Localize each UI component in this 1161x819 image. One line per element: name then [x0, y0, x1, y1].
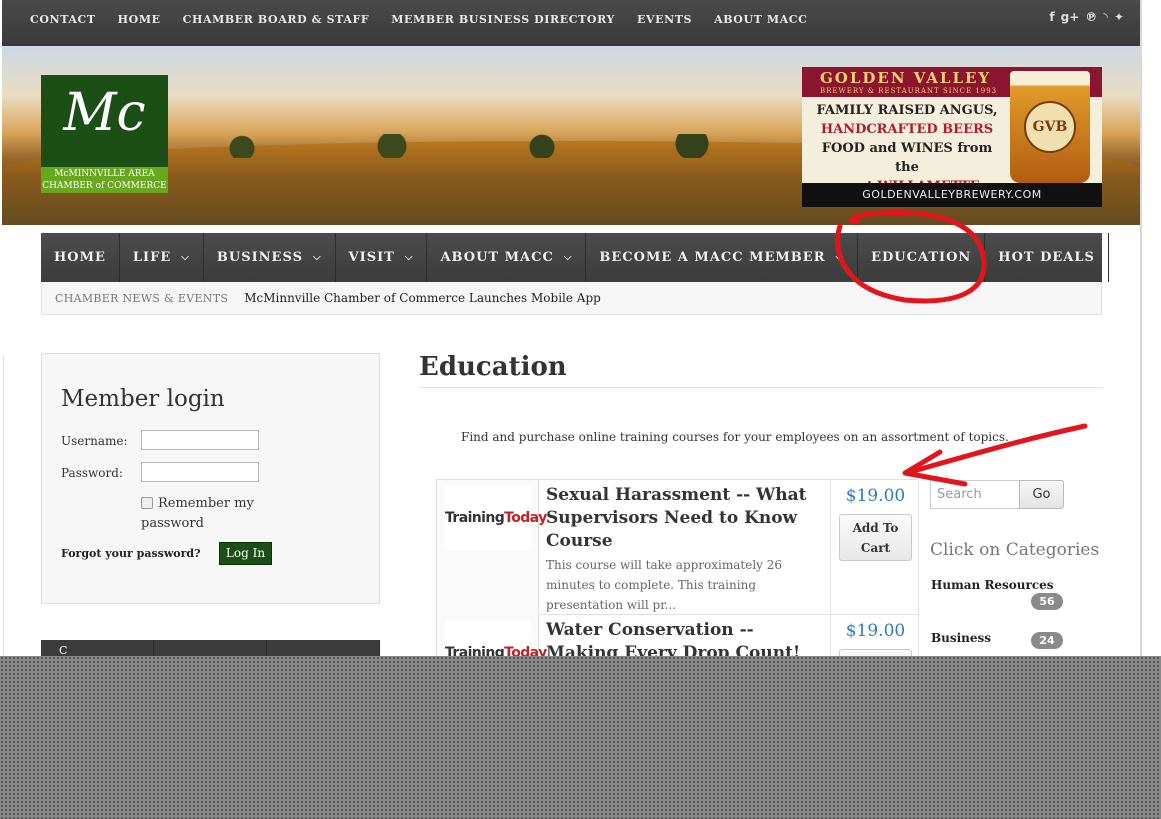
nav-become-member[interactable]: BECOME A MACC MEMBER ⌵	[586, 233, 859, 282]
course-list: TrainingToday Sexual Harassment -- What …	[436, 479, 919, 669]
top-nav-board-staff[interactable]: CHAMBER BOARD & STAFF	[183, 13, 370, 26]
logo-mark: Mc	[63, 83, 146, 143]
top-nav-events[interactable]: EVENTS	[637, 13, 692, 26]
top-nav-directory[interactable]: MEMBER BUSINESS DIRECTORY	[391, 13, 615, 26]
course-thumbnail[interactable]: TrainingToday	[437, 480, 547, 615]
password-input[interactable]	[141, 462, 259, 482]
news-ticker: CHAMBER NEWS & EVENTS McMinnville Chambe…	[41, 282, 1102, 315]
login-title: Member login	[61, 386, 225, 412]
chevron-down-icon: ⌵	[312, 252, 322, 263]
forgot-password-link[interactable]: Forgot your password?	[61, 547, 201, 560]
rss-icon[interactable]: ◝	[1103, 10, 1108, 24]
dotted-overlay	[0, 656, 1161, 819]
chamber-logo[interactable]: Mc McMINNVILLE AREA CHAMBER of COMMERCE	[41, 75, 168, 193]
nav-business[interactable]: BUSINESS ⌵	[204, 233, 336, 282]
course-price-column: $19.00 Add To Cart	[830, 480, 918, 615]
nav-life[interactable]: LIFE ⌵	[120, 233, 204, 282]
intro-text: Find and purchase online training course…	[461, 430, 1009, 444]
twitter-icon[interactable]: ✦	[1114, 10, 1124, 24]
login-button[interactable]: Log In	[219, 542, 272, 565]
ad-url: GOLDENVALLEYBREWERY.COM	[802, 183, 1102, 207]
category-count-badge: 56	[1031, 593, 1063, 610]
ticker-headline[interactable]: McMinnville Chamber of Commerce Launches…	[244, 291, 601, 305]
course-price: $19.00	[845, 621, 906, 641]
course-info: Sexual Harassment -- What Supervisors Ne…	[546, 484, 826, 615]
top-nav-contact[interactable]: CONTACT	[30, 13, 96, 26]
course-item: TrainingToday Sexual Harassment -- What …	[437, 480, 918, 615]
course-description: This course will take approximately 26 m…	[546, 558, 783, 612]
page-right-shadow	[1140, 0, 1142, 660]
beer-glass-image: GVB	[1010, 71, 1090, 183]
category-human-resources[interactable]: Human Resources	[931, 578, 1054, 592]
google-plus-icon[interactable]: g+	[1061, 10, 1080, 24]
category-count-badge: 24	[1031, 632, 1063, 649]
nav-home[interactable]: HOME	[41, 233, 120, 282]
golden-valley-ad[interactable]: GOLDEN VALLEY BREWERY & RESTAURANT SINCE…	[802, 67, 1102, 207]
training-today-logo: TrainingToday	[445, 486, 547, 550]
username-label: Username:	[61, 434, 128, 448]
categories-title: Click on Categories	[930, 540, 1100, 560]
top-nav: CONTACT HOME CHAMBER BOARD & STAFF MEMBE…	[30, 13, 830, 26]
add-to-cart-button[interactable]: Add To Cart	[839, 514, 912, 561]
remember-label: Remember my password	[141, 496, 254, 531]
ad-badge: GVB	[1024, 101, 1076, 153]
top-nav-home[interactable]: HOME	[118, 13, 161, 26]
left-edge-border	[0, 355, 4, 660]
chevron-down-icon: ⌵	[181, 252, 190, 263]
course-price: $19.00	[845, 486, 906, 506]
facebook-icon[interactable]: f	[1049, 10, 1054, 24]
logo-name: McMINNVILLE AREA CHAMBER of COMMERCE	[41, 167, 168, 193]
ticker-label: CHAMBER NEWS & EVENTS	[55, 291, 229, 305]
category-business[interactable]: Business	[931, 631, 991, 645]
title-divider	[419, 387, 1103, 388]
chevron-down-icon: ⌵	[563, 252, 573, 263]
main-nav: HOME LIFE ⌵ BUSINESS ⌵ VISIT ⌵ ABOUT MACC ⌵ …	[41, 233, 1109, 282]
social-links: f g+ ℗ ◝ ✦	[1049, 10, 1124, 24]
banner-trees	[182, 134, 782, 158]
chevron-down-icon: ⌵	[835, 252, 845, 263]
pinterest-icon[interactable]: ℗	[1085, 10, 1097, 24]
search-input[interactable]: Search	[930, 480, 1020, 509]
top-nav-about[interactable]: ABOUT MACC	[714, 13, 807, 26]
top-utility-bar: CONTACT HOME CHAMBER BOARD & STAFF MEMBE…	[2, 0, 1140, 46]
nav-about-macc[interactable]: ABOUT MACC ⌵	[427, 233, 587, 282]
chevron-down-icon: ⌵	[404, 252, 414, 263]
member-login-box: Member login Username: Password: Remembe…	[41, 353, 380, 604]
course-title[interactable]: Sexual Harassment -- What Supervisors Ne…	[546, 484, 826, 553]
username-input[interactable]	[141, 430, 259, 450]
nav-visit[interactable]: VISIT ⌵	[336, 233, 428, 282]
nav-education[interactable]: EDUCATION	[858, 233, 986, 282]
nav-hot-deals[interactable]: HOT DEALS	[985, 233, 1109, 282]
page-title: Education	[419, 352, 567, 382]
password-label: Password:	[61, 466, 123, 480]
search-go-button[interactable]: Go	[1019, 480, 1064, 509]
